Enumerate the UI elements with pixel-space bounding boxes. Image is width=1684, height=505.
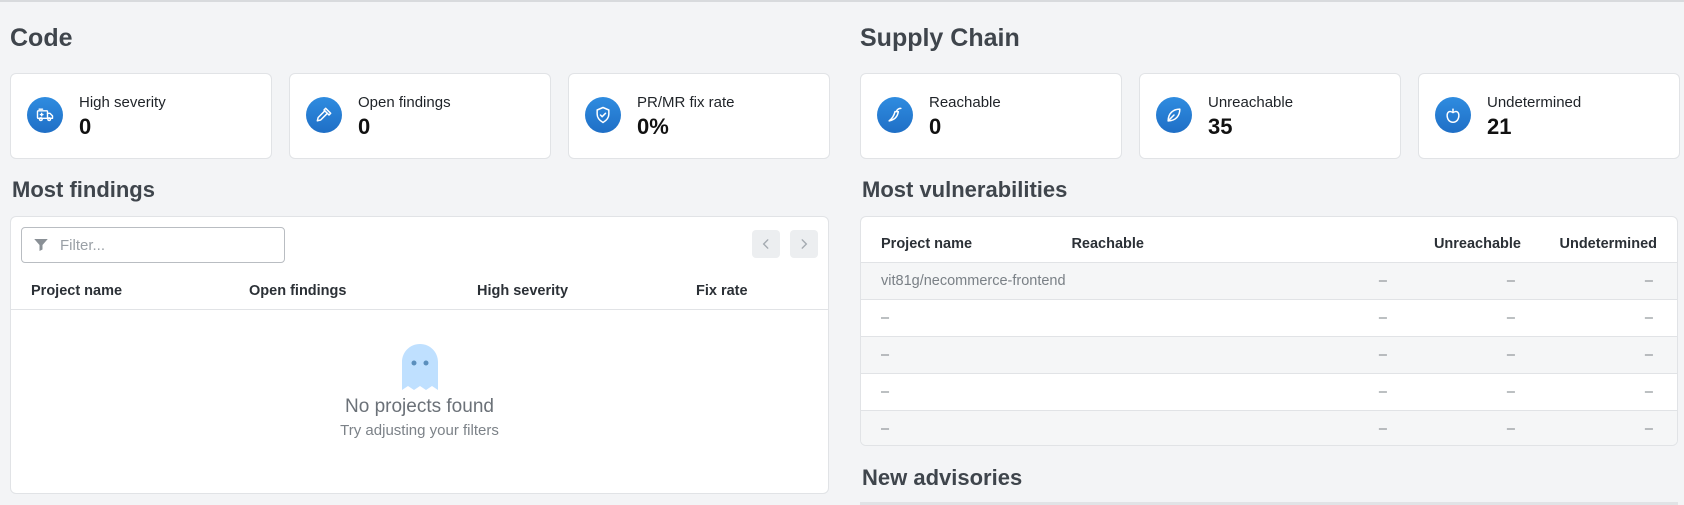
- code-title: Code: [10, 24, 73, 52]
- cell-undetermined: –: [1644, 347, 1653, 363]
- stat-label: High severity: [79, 94, 166, 111]
- cell-unreachable: –: [1506, 421, 1515, 437]
- stat-label: Open findings: [358, 94, 451, 111]
- column-header-reachable[interactable]: Reachable: [1071, 236, 1144, 252]
- stat-label: Reachable: [929, 94, 1001, 111]
- column-header-project-name[interactable]: Project name: [31, 283, 122, 299]
- filter-input[interactable]: [60, 236, 260, 254]
- filter-icon: [34, 239, 48, 251]
- cell-reachable: –: [1378, 347, 1387, 363]
- cell-reachable: –: [1378, 384, 1387, 400]
- most-findings-title: Most findings: [12, 177, 155, 202]
- stat-card-high-severity: High severity 0: [10, 73, 272, 159]
- stat-label: PR/MR fix rate: [637, 94, 735, 111]
- filter-box[interactable]: [21, 227, 285, 263]
- top-divider: [0, 0, 1684, 2]
- cell-reachable: –: [1378, 310, 1387, 326]
- stat-label: Unreachable: [1208, 94, 1294, 111]
- chili-pepper-icon: [877, 97, 913, 133]
- empty-state-subtitle: Try adjusting your filters: [340, 422, 499, 439]
- most-vulnerabilities-panel: Project name Reachable Unreachable Undet…: [860, 216, 1678, 446]
- supply-chain-title: Supply Chain: [860, 24, 1020, 52]
- stat-value: 0%: [637, 114, 669, 139]
- stat-value: 21: [1487, 114, 1512, 139]
- ambulance-icon: [27, 97, 63, 133]
- cell-undetermined: –: [1644, 310, 1653, 326]
- most-findings-panel: Project name Open findings High severity…: [10, 216, 829, 494]
- shield-check-icon: [585, 97, 621, 133]
- stat-card-unreachable: Unreachable 35: [1139, 73, 1401, 159]
- cell-project-name: –: [881, 347, 890, 363]
- stat-label: Undetermined: [1487, 94, 1582, 111]
- cell-project-name: –: [881, 384, 890, 400]
- vulnerabilities-table-header: Project name Reachable Unreachable Undet…: [861, 225, 1677, 263]
- bell-pepper-icon: [1435, 97, 1471, 133]
- column-header-fix-rate[interactable]: Fix rate: [696, 283, 748, 299]
- table-row[interactable]: – – – –: [861, 336, 1677, 373]
- column-header-unreachable[interactable]: Unreachable: [1434, 236, 1521, 252]
- leaf-icon: [1156, 97, 1192, 133]
- code-stat-cards: High severity 0 Open findings 0 PR/MR fi…: [10, 73, 830, 159]
- cell-unreachable: –: [1506, 384, 1515, 400]
- cell-unreachable: –: [1506, 347, 1515, 363]
- supply-stat-cards: Reachable 0 Unreachable 35 Undetermined …: [860, 73, 1680, 159]
- table-row[interactable]: – – – –: [861, 373, 1677, 410]
- column-header-open-findings[interactable]: Open findings: [249, 283, 346, 299]
- cell-project-name[interactable]: vit81g/necommerce-frontend: [881, 273, 1066, 289]
- table-row[interactable]: vit81g/necommerce-frontend – – –: [861, 262, 1677, 299]
- table-row[interactable]: – – – –: [861, 410, 1677, 445]
- table-row[interactable]: – – – –: [861, 299, 1677, 336]
- stat-value: 0: [929, 114, 942, 139]
- stat-card-reachable: Reachable 0: [860, 73, 1122, 159]
- stat-value: 0: [79, 114, 92, 139]
- stat-card-undetermined: Undetermined 21: [1418, 73, 1680, 159]
- cell-project-name: –: [881, 421, 890, 437]
- cell-undetermined: –: [1644, 273, 1653, 289]
- cell-undetermined: –: [1644, 421, 1653, 437]
- column-header-high-severity[interactable]: High severity: [477, 283, 568, 299]
- cell-reachable: –: [1378, 273, 1387, 289]
- next-page-button[interactable]: [790, 230, 818, 258]
- cell-project-name: –: [881, 310, 890, 326]
- chevron-left-icon: [762, 239, 769, 249]
- hammer-icon: [306, 97, 342, 133]
- cell-undetermined: –: [1644, 384, 1653, 400]
- previous-page-button[interactable]: [752, 230, 780, 258]
- stat-card-fix-rate: PR/MR fix rate 0%: [568, 73, 830, 159]
- findings-table-header: Project name Open findings High severity…: [11, 272, 828, 310]
- column-header-undetermined[interactable]: Undetermined: [1560, 236, 1658, 252]
- stat-value: 35: [1208, 114, 1233, 139]
- cell-unreachable: –: [1506, 273, 1515, 289]
- new-advisories-title: New advisories: [862, 465, 1023, 490]
- cell-unreachable: –: [1506, 310, 1515, 326]
- stat-card-open-findings: Open findings 0: [289, 73, 551, 159]
- column-header-project-name[interactable]: Project name: [881, 236, 972, 252]
- cell-reachable: –: [1378, 421, 1387, 437]
- empty-state-title: No projects found: [345, 396, 494, 417]
- most-vulnerabilities-title: Most vulnerabilities: [862, 177, 1068, 202]
- ghost-icon: [401, 344, 438, 390]
- empty-state: No projects found Try adjusting your fil…: [11, 343, 828, 439]
- chevron-right-icon: [801, 239, 808, 249]
- stat-value: 0: [358, 114, 371, 139]
